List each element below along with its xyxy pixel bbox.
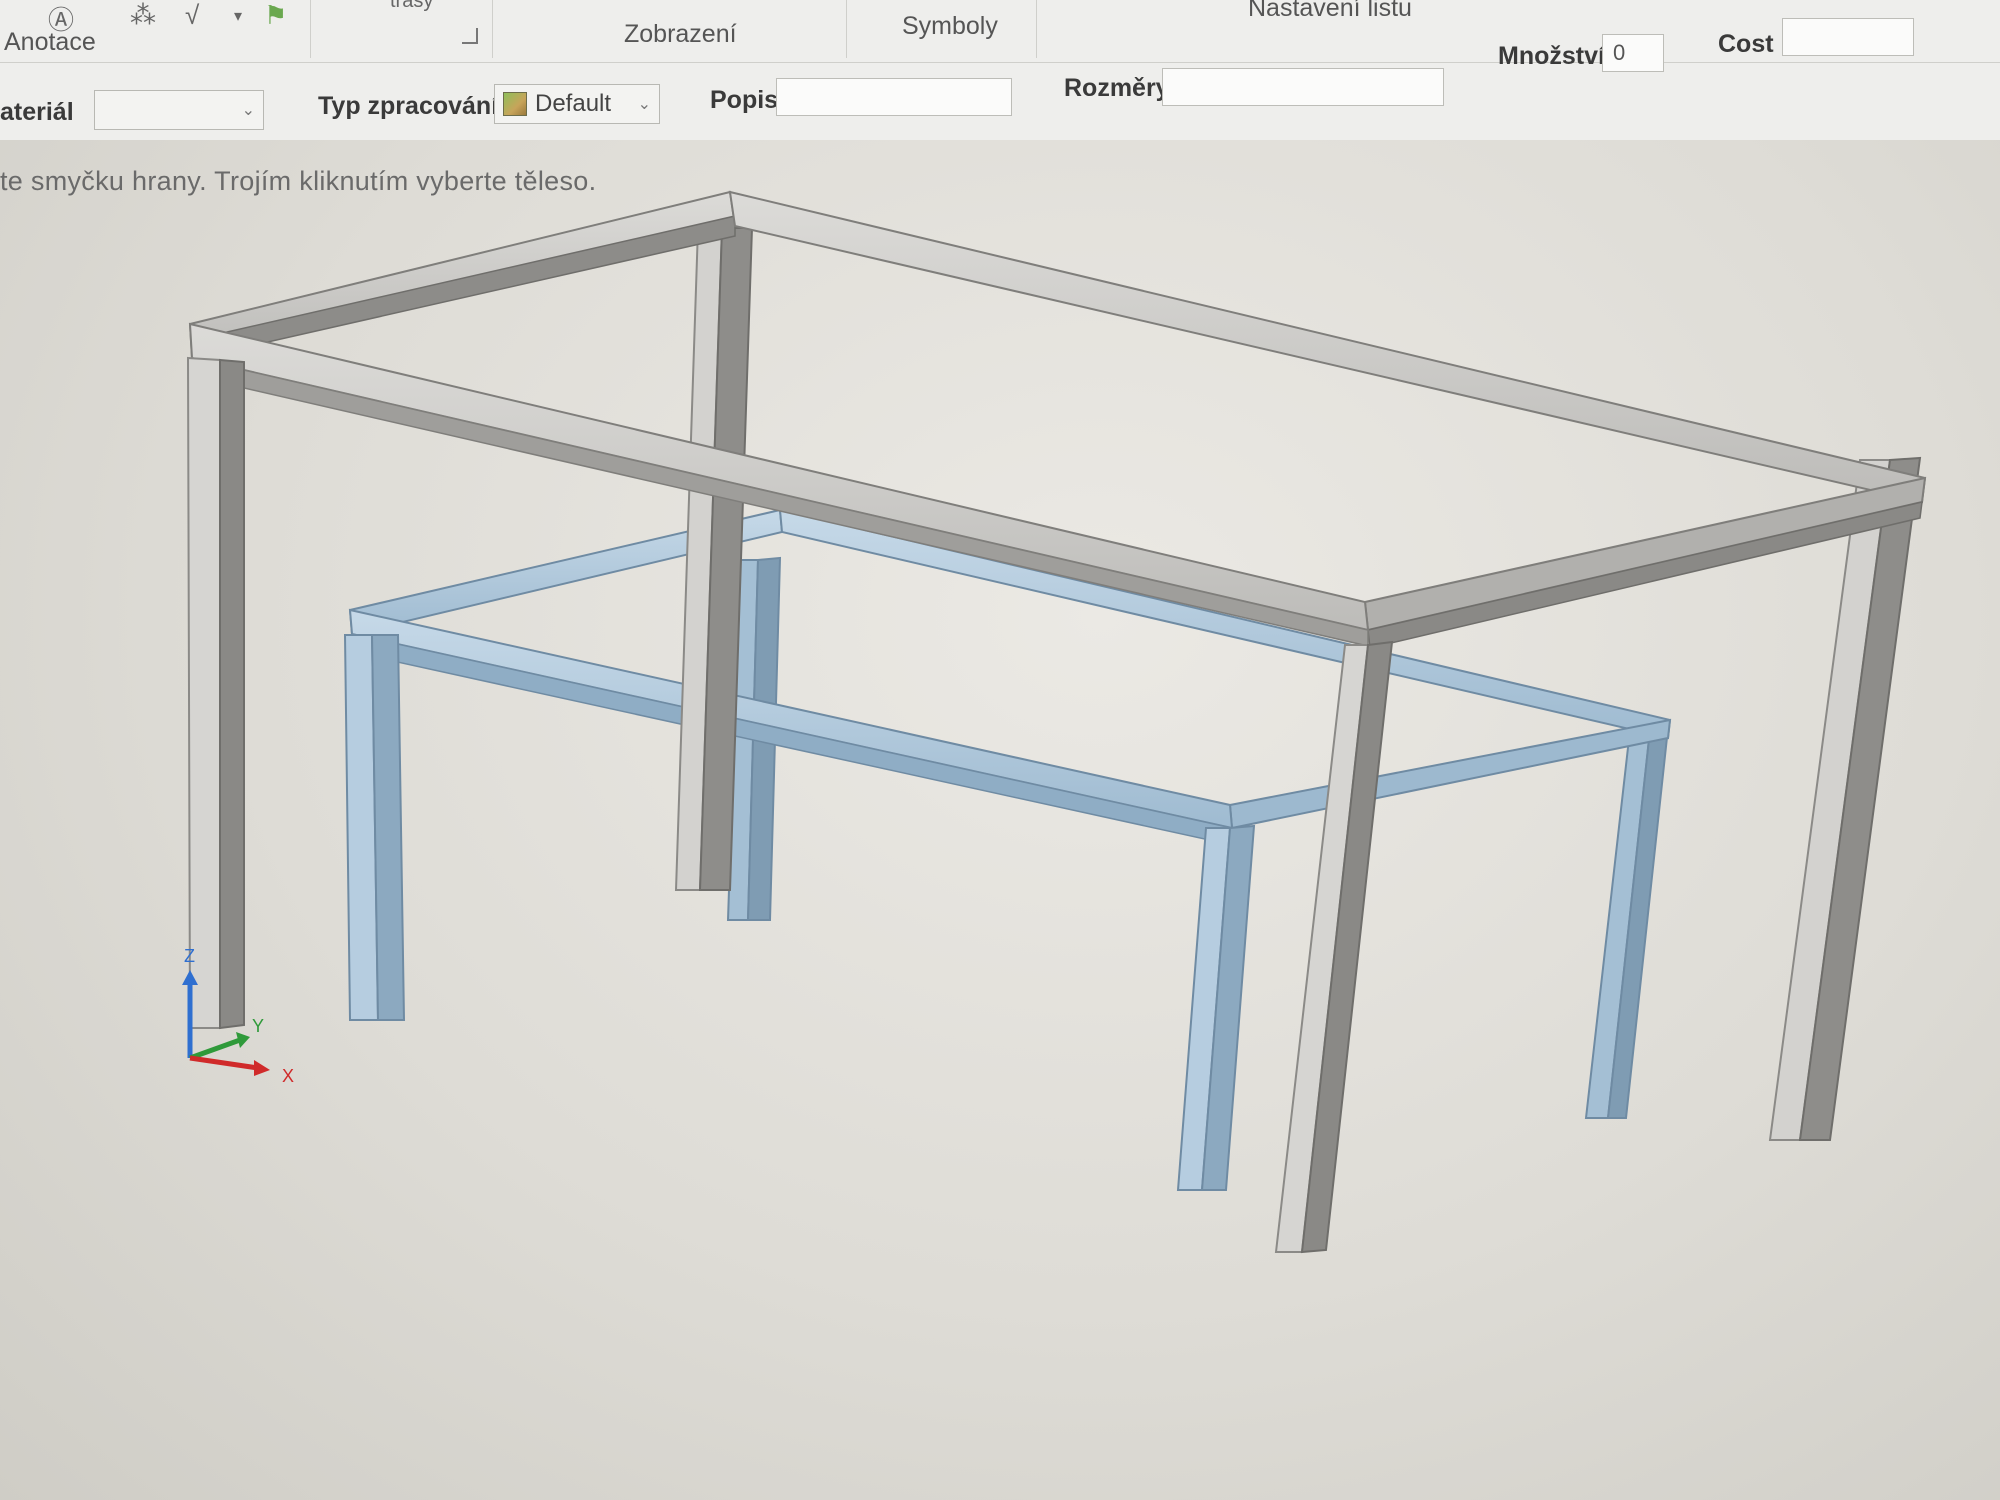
y-axis: [189, 1037, 241, 1061]
y-axis-label: Y: [252, 1016, 264, 1036]
x-axis: [189, 1055, 259, 1071]
y-axis-arrow-icon: [236, 1032, 250, 1048]
z-axis-label: Z: [184, 946, 195, 966]
cost-label: Cost: [1718, 30, 1774, 58]
dropdown-arrow-icon[interactable]: ▾: [234, 6, 242, 26]
ribbon-separator: [1036, 0, 1037, 58]
group-symboly[interactable]: Symboly: [902, 12, 998, 41]
blue-leg-front-left-side: [370, 634, 406, 1021]
chevron-down-icon: ⌄: [241, 102, 255, 119]
x-axis-label: X: [282, 1066, 294, 1086]
trasy-label[interactable]: trasy: [390, 0, 433, 13]
flag-icon[interactable]: ⚑: [264, 0, 287, 31]
ribbon-separator: [846, 0, 847, 58]
gray-leg-front-left-side: [219, 358, 245, 1030]
chevron-down-icon: ⌄: [637, 96, 651, 113]
quantity-label: Množství: [1498, 42, 1605, 70]
group-launcher-icon[interactable]: [462, 28, 478, 44]
processing-type-label: Typ zpracování: [318, 92, 499, 120]
gray-rail-back[interactable]: [728, 190, 1927, 504]
dimensions-label: Rozměry: [1064, 74, 1170, 102]
weld-symbol-icon[interactable]: ⁂: [130, 0, 156, 31]
group-zobrazeni[interactable]: Zobrazení: [624, 20, 737, 49]
ribbon-groups: Ⓐ ⁂ √ ▾ ⚑ Anotace trasy Zobrazení Symbol…: [0, 0, 2000, 63]
material-label: ateriál: [0, 98, 74, 126]
material-select[interactable]: ⌄: [94, 90, 264, 130]
dimensions-input[interactable]: [1162, 68, 1444, 106]
gray-leg-front-left[interactable]: [186, 356, 221, 1029]
gray-rail-left-inner: [191, 215, 736, 347]
blue-rail-front[interactable]: [348, 608, 1234, 830]
group-nastaveni-listu[interactable]: Nastavení listu: [1248, 0, 1412, 23]
x-axis-arrow-icon: [254, 1060, 270, 1076]
blue-rail-front-side: [351, 633, 1233, 846]
3d-viewport[interactable]: te smyčku hrany. Trojím kliknutím vybert…: [0, 140, 2000, 1500]
quantity-input[interactable]: [1602, 34, 1664, 72]
processing-type-value: Default: [535, 90, 612, 117]
ribbon-separator: [492, 0, 493, 58]
cost-input[interactable]: [1782, 18, 1914, 56]
group-anotace[interactable]: Anotace: [4, 28, 96, 57]
properties-bar: ateriál ⌄ Typ zpracování Default ⌄ Popis…: [0, 18, 2000, 138]
gray-rail-front-side: [191, 357, 1369, 647]
model-view[interactable]: Z Y X: [0, 140, 2000, 1500]
surface-finish-icon[interactable]: √: [185, 0, 199, 31]
blue-rail-right[interactable]: [1228, 718, 1672, 830]
ribbon: Ⓐ ⁂ √ ▾ ⚑ Anotace trasy Zobrazení Symbol…: [0, 0, 2000, 142]
material-cube-icon: [503, 92, 527, 116]
processing-type-select[interactable]: Default ⌄: [494, 84, 660, 124]
description-input[interactable]: [776, 78, 1012, 116]
blue-rail-back[interactable]: [778, 508, 1672, 740]
ribbon-separator: [310, 0, 311, 58]
description-label: Popis: [710, 86, 779, 114]
